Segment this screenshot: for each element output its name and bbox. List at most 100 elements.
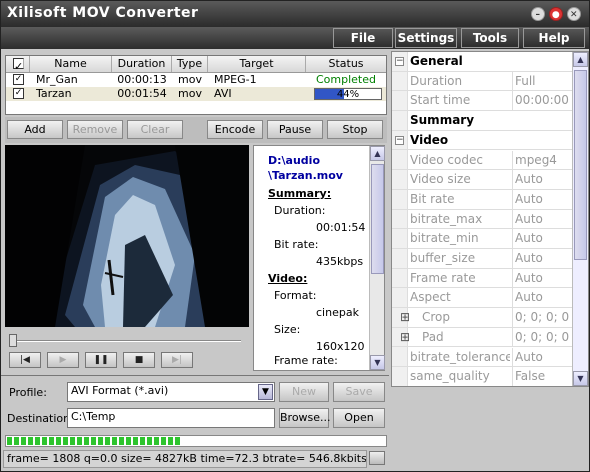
menu-help[interactable]: Help xyxy=(523,28,585,48)
browse-button[interactable]: Browse... xyxy=(279,408,331,428)
row-checkbox[interactable]: ✓ xyxy=(13,74,24,85)
skip-end-icon[interactable]: ▶| xyxy=(161,352,193,368)
info-bitrate-value: 435kbps xyxy=(316,255,364,268)
property-value[interactable]: 00:00:00 xyxy=(512,91,572,111)
properties-scrollbar[interactable]: ▲ ▼ xyxy=(572,52,588,386)
property-name: Frame rate xyxy=(410,270,476,285)
seek-thumb[interactable] xyxy=(9,334,17,347)
record-icon[interactable]: ● xyxy=(549,7,563,21)
header-type[interactable]: Type xyxy=(172,56,208,72)
scroll-up-icon[interactable]: ▲ xyxy=(573,52,588,67)
menu-file[interactable]: File xyxy=(333,28,393,48)
header-check[interactable]: ✓ xyxy=(6,56,30,73)
header-target[interactable]: Target xyxy=(208,56,306,72)
info-format-label: Format: xyxy=(274,289,317,302)
property-value[interactable]: Auto xyxy=(512,249,572,268)
property-row[interactable]: bitrate_tolerance Auto xyxy=(392,347,572,368)
header-name[interactable]: Name xyxy=(30,56,112,72)
header-duration[interactable]: Duration xyxy=(112,56,172,72)
pause-icon[interactable]: ❚❚ xyxy=(85,352,117,368)
remove-button[interactable]: Remove xyxy=(67,120,123,139)
clear-button[interactable]: Clear xyxy=(127,120,183,139)
overall-progress-fill xyxy=(7,437,385,450)
property-row[interactable]: bitrate_min Auto xyxy=(392,229,572,249)
menu-settings[interactable]: Settings xyxy=(395,28,457,48)
close-icon[interactable]: ✕ xyxy=(567,7,581,21)
property-row[interactable]: Video codec mpeg4 xyxy=(392,150,572,171)
header-status[interactable]: Status xyxy=(306,56,386,72)
row-checkbox[interactable]: ✓ xyxy=(13,88,24,99)
property-name: bitrate_tolerance xyxy=(410,349,510,364)
property-value[interactable]: Auto xyxy=(512,347,572,367)
file-row[interactable]: ✓ Mr_Gan 00:00:13 mov MPEG-1 Completed xyxy=(6,73,386,87)
info-size-value: 160x120 xyxy=(316,340,365,353)
open-button[interactable]: Open xyxy=(333,408,385,428)
property-value[interactable]: Auto xyxy=(512,209,572,229)
property-row[interactable]: Video size Auto xyxy=(392,170,572,190)
encode-button[interactable]: Encode xyxy=(207,120,263,139)
progress-segment xyxy=(7,437,12,445)
property-value[interactable]: Auto xyxy=(512,170,572,190)
property-category[interactable]: − Video xyxy=(392,131,572,151)
scroll-down-icon[interactable]: ▼ xyxy=(573,371,588,386)
profile-select[interactable]: AVI Format (*.avi) ▼ xyxy=(67,382,275,402)
status-toggle-button[interactable] xyxy=(369,451,385,465)
scroll-down-icon[interactable]: ▼ xyxy=(370,355,385,370)
file-type: mov xyxy=(178,73,202,86)
stop-icon[interactable]: ■ xyxy=(123,352,155,368)
action-toolbar: Add Remove Clear Encode Pause Stop xyxy=(5,117,387,143)
property-row[interactable]: Aspect Auto xyxy=(392,288,572,309)
property-value[interactable]: Auto xyxy=(512,288,572,308)
file-status: 44% xyxy=(336,89,360,100)
seek-track[interactable] xyxy=(11,340,241,342)
seek-slider[interactable] xyxy=(5,331,249,349)
property-row[interactable]: buffer_size Auto xyxy=(392,249,572,269)
property-row[interactable]: bitrate_max Auto xyxy=(392,209,572,230)
property-name: buffer_size xyxy=(410,251,476,265)
property-row[interactable]: ⊞ Pad 0; 0; 0; 0 xyxy=(392,327,572,348)
scroll-up-icon[interactable]: ▲ xyxy=(370,146,385,161)
add-button[interactable]: Add xyxy=(7,120,63,139)
play-icon[interactable]: ▶ xyxy=(47,352,79,368)
property-row[interactable]: Summary xyxy=(392,111,572,131)
expand-icon[interactable]: ⊞ xyxy=(400,308,410,327)
property-row[interactable]: Duration Full xyxy=(392,71,572,92)
progress-segment xyxy=(91,437,96,445)
scroll-thumb[interactable] xyxy=(574,70,587,260)
property-row[interactable]: Frame rate Auto xyxy=(392,268,572,289)
expand-icon[interactable]: ⊞ xyxy=(400,328,410,347)
info-bitrate-label: Bit rate: xyxy=(274,238,319,251)
file-row[interactable]: ✓ Tarzan 00:01:54 mov AVI 44% xyxy=(6,87,386,101)
stop-button[interactable]: Stop xyxy=(327,120,383,139)
chevron-down-icon[interactable]: ▼ xyxy=(258,384,273,400)
collapse-icon[interactable]: − xyxy=(395,135,404,145)
new-profile-button[interactable]: New xyxy=(279,382,329,402)
info-scrollbar[interactable]: ▲ ▼ xyxy=(369,146,385,370)
property-value[interactable]: 0; 0; 0; 0 xyxy=(512,327,572,347)
property-category[interactable]: − General xyxy=(392,52,572,72)
property-value[interactable]: Auto xyxy=(512,268,572,288)
collapse-icon[interactable]: − xyxy=(395,57,404,66)
menu-tools[interactable]: Tools xyxy=(461,28,519,48)
property-value[interactable]: Auto xyxy=(512,189,572,209)
save-profile-button[interactable]: Save xyxy=(333,382,385,402)
property-row[interactable]: same_quality False xyxy=(392,367,572,386)
file-target: AVI xyxy=(214,87,232,100)
property-value[interactable]: Full xyxy=(512,71,572,91)
app-window: Xilisoft MOV Converter – ● ✕ File Settin… xyxy=(0,0,590,472)
minimize-icon[interactable]: – xyxy=(531,7,545,21)
destination-field[interactable]: C:\Temp xyxy=(67,408,275,428)
property-name: same_quality xyxy=(410,369,490,384)
select-all-checkbox[interactable]: ✓ xyxy=(13,58,24,73)
property-row[interactable]: Bit rate Auto xyxy=(392,189,572,210)
property-value[interactable]: Auto xyxy=(512,229,572,249)
property-value[interactable]: mpeg4 xyxy=(512,150,572,170)
property-name: Video size xyxy=(410,172,471,187)
pause-button[interactable]: Pause xyxy=(267,120,323,139)
property-value[interactable]: False xyxy=(512,367,572,386)
rewind-start-icon[interactable]: |◀ xyxy=(9,352,41,368)
property-row[interactable]: ⊞ Crop 0; 0; 0; 0 xyxy=(392,308,572,328)
property-row[interactable]: Start time 00:00:00 xyxy=(392,91,572,112)
property-value[interactable]: 0; 0; 0; 0 xyxy=(512,308,572,328)
scroll-thumb[interactable] xyxy=(371,164,384,274)
